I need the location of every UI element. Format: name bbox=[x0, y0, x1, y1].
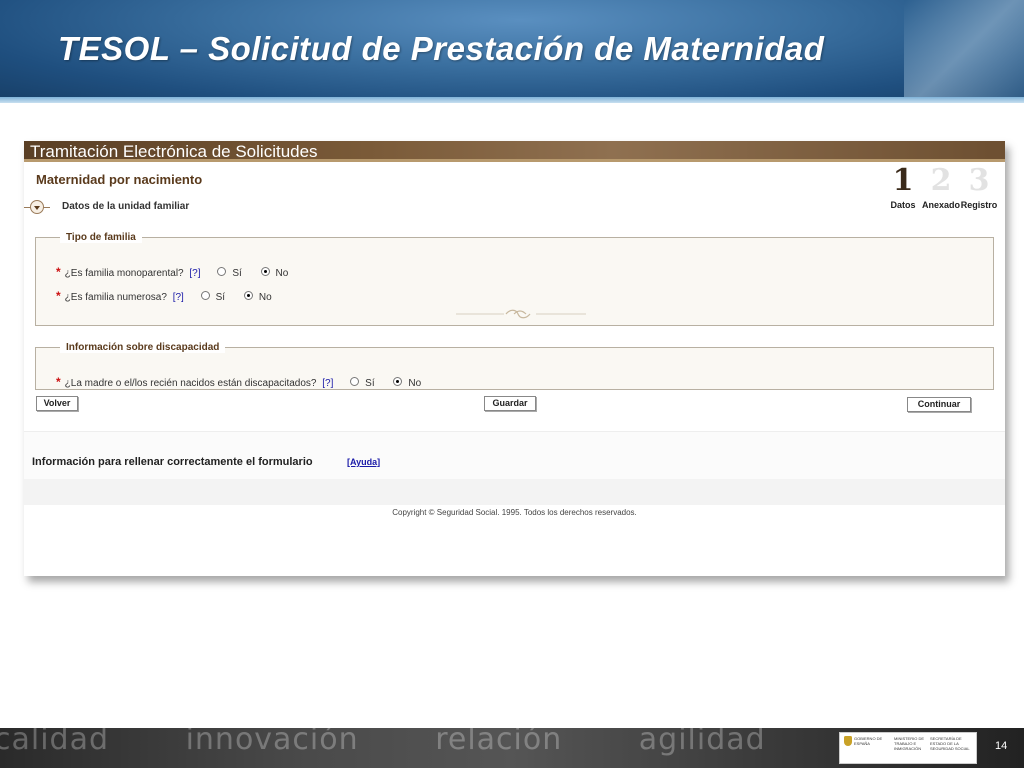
radio-no[interactable] bbox=[260, 266, 270, 276]
ornament-divider bbox=[456, 309, 586, 319]
form-title: Maternidad por nacimiento bbox=[36, 172, 203, 187]
radio-yes[interactable] bbox=[350, 376, 360, 386]
group-legend: Tipo de familia bbox=[60, 232, 142, 243]
option-label-yes: Sí bbox=[215, 292, 226, 303]
radio-no[interactable] bbox=[393, 376, 403, 386]
radio-no[interactable] bbox=[243, 290, 253, 300]
help-link[interactable]: [?] bbox=[189, 268, 200, 279]
wizard-steps: 1 Datos 2 Anexado 3 Registro bbox=[881, 166, 1001, 211]
step-label: Registro bbox=[960, 200, 998, 210]
continuar-button[interactable]: Continuar bbox=[907, 397, 971, 412]
collapse-toggle-icon[interactable] bbox=[30, 200, 44, 214]
slide-footer: calidad innovación relación agilidad GOB… bbox=[0, 728, 1024, 768]
option-label-no: No bbox=[258, 292, 272, 303]
spacer-band bbox=[24, 479, 1005, 505]
required-mark: * bbox=[56, 289, 61, 303]
question-discapacidad: * ¿La madre o el/los recién nacidos están… bbox=[56, 375, 433, 389]
section-title: Datos de la unidad familiar bbox=[62, 201, 190, 212]
required-mark: * bbox=[56, 375, 61, 389]
tipo-familia-group: Tipo de familia * ¿Es familia monoparenta… bbox=[35, 232, 994, 326]
coat-of-arms-icon bbox=[844, 736, 852, 746]
group-legend: Información sobre discapacidad bbox=[60, 342, 226, 353]
footer-word: agilidad bbox=[638, 728, 766, 757]
step-registro[interactable]: 3 Registro bbox=[957, 163, 1001, 211]
ayuda-link[interactable]: [Ayuda] bbox=[347, 457, 380, 467]
question-text: ¿Es familia numerosa? bbox=[64, 292, 167, 303]
option-label-no: No bbox=[408, 378, 422, 389]
radio-yes[interactable] bbox=[200, 290, 210, 300]
required-mark: * bbox=[56, 265, 61, 279]
help-section: Información para rellenar correctamente … bbox=[24, 431, 1005, 480]
ministerio-logo: MINISTERIO DE TRABAJO E INMIGRACIÓN bbox=[894, 736, 928, 760]
app-banner: Tramitación Electrónica de Solicitudes bbox=[24, 141, 1005, 162]
guardar-button[interactable]: Guardar bbox=[484, 396, 536, 411]
help-link[interactable]: [?] bbox=[173, 292, 184, 303]
step-number: 3 bbox=[968, 163, 990, 198]
slide-title: TESOL – Solicitud de Prestación de Mater… bbox=[58, 30, 825, 67]
help-link[interactable]: [?] bbox=[322, 378, 333, 389]
question-monoparental: * ¿Es familia monoparental? [?] Sí No bbox=[56, 265, 300, 279]
question-numerosa: * ¿Es familia numerosa? [?] Sí No bbox=[56, 289, 284, 303]
question-text: ¿La madre o el/los recién nacidos están … bbox=[64, 378, 317, 389]
footer-word: innovación bbox=[185, 728, 359, 757]
option-label-yes: Sí bbox=[232, 268, 242, 279]
slide-header: TESOL – Solicitud de Prestación de Mater… bbox=[0, 0, 1024, 103]
institution-logos: GOBIERNO DE ESPAÑA MINISTERIO DE TRABAJO… bbox=[839, 732, 977, 764]
option-label-no: No bbox=[275, 268, 289, 279]
gobierno-logo: GOBIERNO DE ESPAÑA bbox=[844, 736, 890, 760]
footer-slogan: calidad innovación relación agilidad bbox=[0, 728, 832, 757]
logo-text: GOBIERNO DE ESPAÑA bbox=[854, 736, 883, 746]
help-text: Información para rellenar correctamente … bbox=[32, 456, 313, 468]
question-text: ¿Es familia monoparental? bbox=[64, 268, 184, 279]
radio-yes[interactable] bbox=[217, 266, 227, 276]
page-number: 14 bbox=[995, 740, 1008, 752]
volver-button[interactable]: Volver bbox=[36, 396, 78, 411]
option-label-yes: Sí bbox=[365, 378, 375, 389]
header-decoration bbox=[904, 0, 1024, 103]
footer-word: calidad bbox=[0, 728, 110, 757]
discapacidad-group: Información sobre discapacidad * ¿La madr… bbox=[35, 342, 994, 390]
app-banner-title: Tramitación Electrónica de Solicitudes bbox=[30, 142, 318, 161]
logo-text: SECRETARÍA DE ESTADO DE LA SEGURIDAD SOC… bbox=[930, 736, 970, 751]
seguridad-social-logo: SECRETARÍA DE ESTADO DE LA SEGURIDAD SOC… bbox=[930, 736, 974, 760]
footer-word: relación bbox=[435, 728, 563, 757]
app-screenshot: Tramitación Electrónica de Solicitudes M… bbox=[24, 141, 1005, 576]
logo-text: MINISTERIO DE TRABAJO E INMIGRACIÓN bbox=[894, 736, 925, 751]
copyright-text: Copyright © Seguridad Social. 1995. Todo… bbox=[392, 508, 637, 517]
